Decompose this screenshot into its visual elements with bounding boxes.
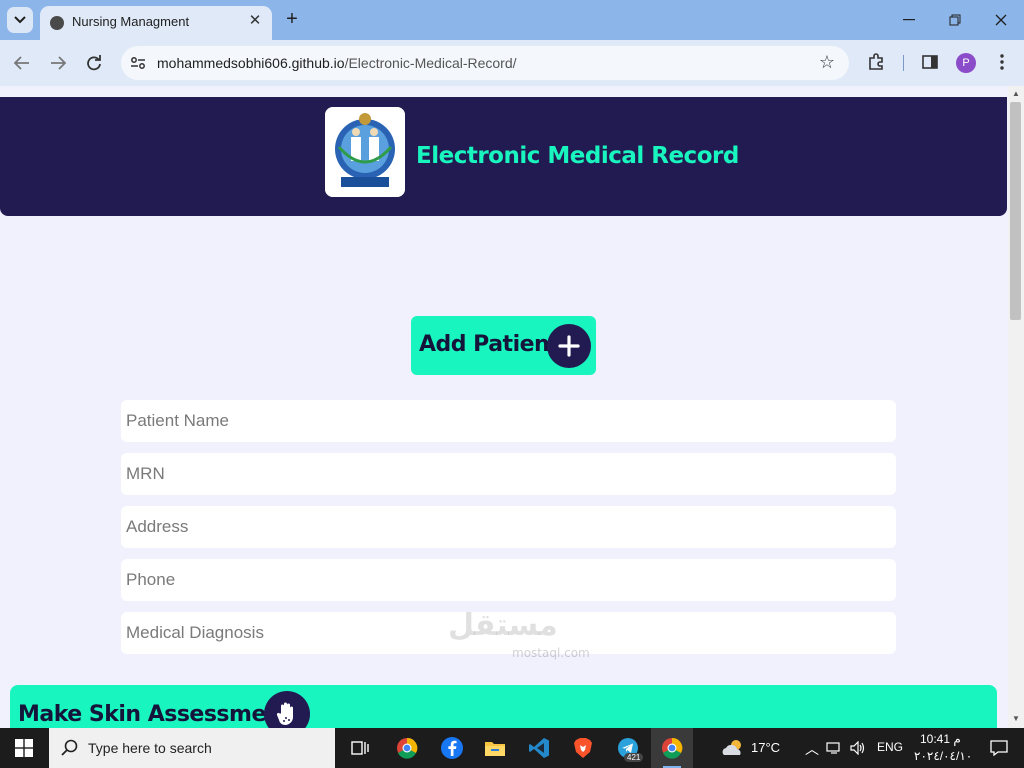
input-language[interactable]: ENG — [877, 740, 903, 754]
app-header: Electronic Medical Record — [0, 97, 1007, 216]
brave-lion-icon — [574, 738, 592, 758]
taskbar-chrome-app[interactable] — [386, 728, 428, 768]
taskbar-telegram-app[interactable]: 421 — [607, 728, 649, 768]
reload-icon — [87, 55, 101, 71]
mrn-input[interactable] — [121, 453, 896, 495]
weather-temperature: 17°C — [751, 740, 781, 755]
chrome-icon — [662, 737, 683, 759]
skin-assessment-label: Make Skin Assessment — [18, 702, 292, 727]
add-patient-label: Add Patient — [419, 332, 560, 357]
vscode-icon — [529, 738, 549, 758]
weather-widget[interactable] — [712, 728, 754, 768]
url-host: mohammedsobhi606.github.io — [157, 55, 345, 71]
volume-icon[interactable] — [846, 728, 870, 768]
skin-assessment-button[interactable]: Make Skin Assessment — [10, 685, 997, 728]
bookmark-star-icon[interactable]: ☆ — [819, 52, 835, 73]
page-scrollbar[interactable]: ▲ ▼ — [1008, 86, 1024, 728]
weather-cloud-icon — [722, 740, 741, 755]
address-bar[interactable]: mohammedsobhi606.github.io/Electronic-Me… — [121, 46, 849, 80]
close-window-button[interactable] — [978, 6, 1024, 34]
extensions-icon[interactable] — [864, 50, 888, 74]
phone-input[interactable] — [121, 559, 896, 601]
site-info-icon[interactable] — [129, 54, 147, 72]
profile-avatar[interactable]: P — [956, 53, 976, 73]
chrome-icon — [397, 737, 418, 759]
clock-time[interactable]: 10:41 م — [920, 732, 961, 746]
watermark-url: mostaql.com — [512, 646, 590, 660]
windows-logo-icon — [15, 739, 33, 757]
arrow-right-icon — [51, 56, 66, 70]
start-button[interactable] — [0, 728, 48, 768]
browser-tab-strip: Nursing Managment ✕ + — [0, 0, 1024, 40]
notification-icon — [990, 740, 1008, 756]
scrollbar-thumb[interactable] — [1010, 102, 1021, 320]
taskbar-file-explorer-app[interactable] — [474, 728, 516, 768]
telegram-unread-badge: 421 — [624, 753, 644, 762]
browser-toolbar: mohammedsobhi606.github.io/Electronic-Me… — [0, 40, 1024, 86]
tab-close-icon[interactable]: ✕ — [246, 12, 264, 30]
task-view-icon — [351, 741, 369, 755]
minimize-button[interactable] — [886, 6, 932, 34]
nursing-faculty-logo — [325, 107, 405, 197]
facebook-icon — [441, 737, 463, 759]
tab-search-button[interactable] — [7, 7, 33, 33]
page-title: Electronic Medical Record — [416, 143, 739, 169]
back-button[interactable] — [7, 48, 37, 78]
network-icon[interactable] — [822, 728, 846, 768]
taskbar-chrome-active-app[interactable] — [651, 728, 693, 768]
taskbar-vscode-app[interactable] — [518, 728, 560, 768]
globe-icon — [50, 16, 64, 30]
scroll-up-icon[interactable]: ▲ — [1011, 89, 1021, 99]
reload-button[interactable] — [79, 48, 109, 78]
restore-button[interactable] — [932, 6, 978, 34]
toolbar-divider — [903, 55, 904, 71]
browser-tab-active[interactable]: Nursing Managment ✕ — [40, 6, 272, 40]
clock-date[interactable]: ٢٠٢٤/٠٤/١٠ — [914, 749, 972, 763]
patient-name-input[interactable] — [121, 400, 896, 442]
search-placeholder: Type here to search — [88, 740, 212, 756]
scroll-down-icon[interactable]: ▼ — [1011, 714, 1021, 724]
taskbar-facebook-app[interactable] — [431, 728, 473, 768]
plus-icon — [547, 324, 591, 368]
page-viewport: Electronic Medical Record Add Patient Ma… — [0, 86, 1008, 728]
side-panel-icon[interactable] — [918, 50, 942, 74]
minimize-icon — [903, 19, 915, 21]
menu-kebab-icon[interactable] — [990, 50, 1014, 74]
url-path: /Electronic-Medical-Record/ — [344, 55, 517, 71]
task-view-button[interactable] — [339, 728, 381, 768]
taskbar-brave-app[interactable] — [562, 728, 604, 768]
forward-button[interactable] — [43, 48, 73, 78]
tray-chevron-up-icon[interactable]: ︿ — [805, 739, 819, 759]
add-patient-button[interactable]: Add Patient — [411, 316, 596, 375]
windows-taskbar: Type here to search 421 17°C ︿ ENG 10:41… — [0, 728, 1024, 768]
new-tab-button[interactable]: + — [282, 8, 302, 31]
folder-icon — [485, 742, 505, 756]
close-icon — [995, 14, 1007, 26]
chevron-down-icon — [14, 16, 26, 24]
hand-icon — [264, 691, 310, 728]
notifications-button[interactable] — [978, 728, 1020, 768]
search-icon — [61, 739, 78, 756]
url-text: mohammedsobhi606.github.io/Electronic-Me… — [157, 55, 517, 71]
tab-title: Nursing Managment — [72, 14, 190, 29]
arrow-left-icon — [14, 56, 29, 70]
address-input[interactable] — [121, 506, 896, 548]
watermark: مستقل — [448, 608, 558, 643]
restore-icon — [949, 14, 961, 26]
taskbar-search[interactable]: Type here to search — [49, 728, 335, 768]
